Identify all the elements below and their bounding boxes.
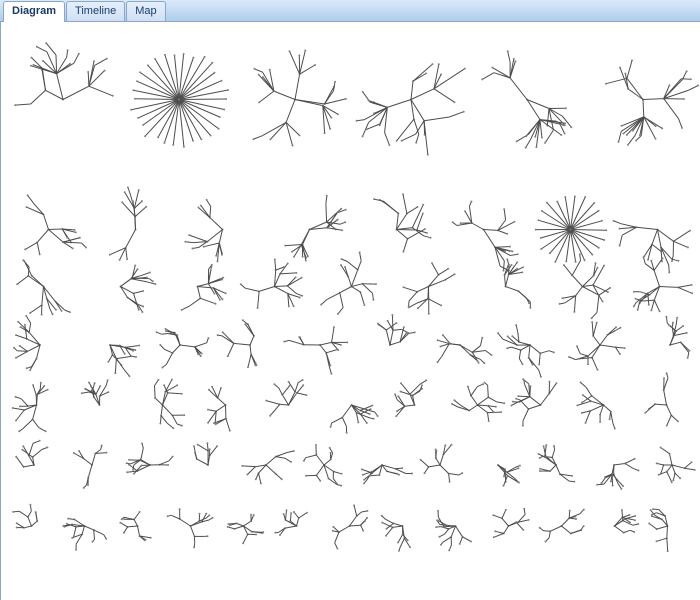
tab-label: Diagram xyxy=(12,5,56,17)
tab-label: Timeline xyxy=(75,5,116,17)
tab-diagram[interactable]: Diagram xyxy=(3,1,65,22)
tab-map[interactable]: Map xyxy=(126,1,165,21)
diagram-viewport[interactable] xyxy=(0,22,700,600)
tab-timeline[interactable]: Timeline xyxy=(66,1,125,21)
tab-bar: Diagram Timeline Map xyxy=(0,0,700,22)
tab-label: Map xyxy=(135,5,156,17)
network-thumbnail-grid xyxy=(1,22,700,600)
